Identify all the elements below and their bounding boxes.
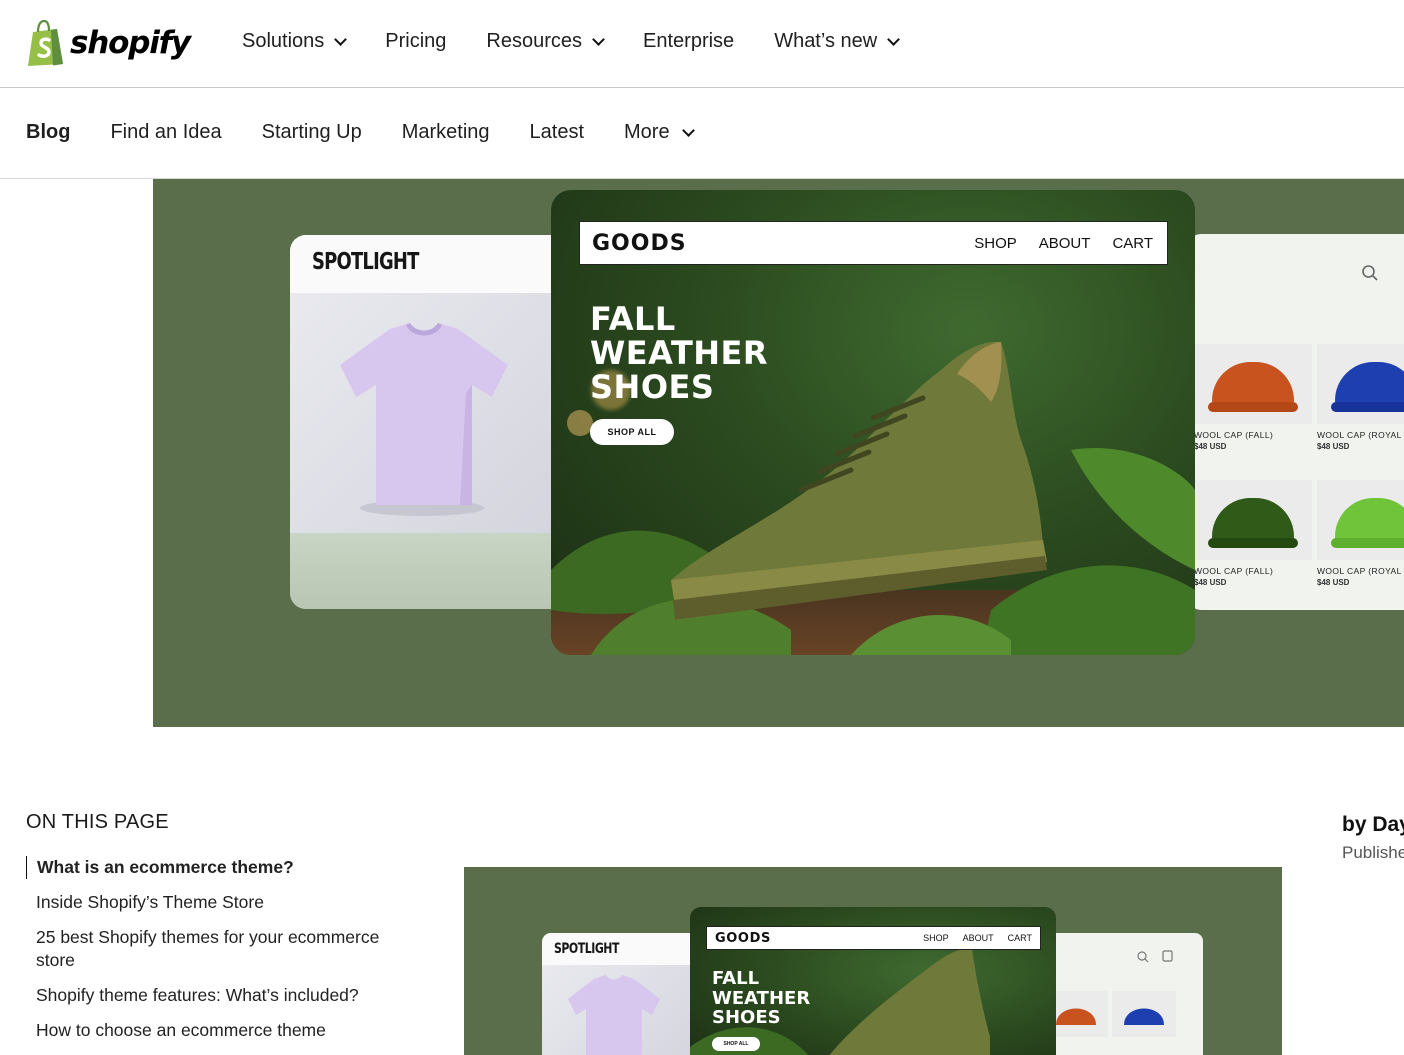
cap-image xyxy=(1335,498,1404,542)
goods-link-about: ABOUT xyxy=(962,933,994,943)
goods-store-header: GOODS SHOP ABOUT CART xyxy=(579,221,1168,265)
goods-shop-all-button: SHOP ALL xyxy=(590,419,674,445)
nav-whats-new-label: What’s new xyxy=(774,30,878,52)
product-price: $48 USD xyxy=(1194,442,1227,451)
tshirt-image xyxy=(542,965,702,1055)
headline-line: FALL xyxy=(590,300,676,338)
tshirt-image xyxy=(290,293,590,533)
product-price: $48 USD xyxy=(1317,578,1350,587)
cap-image xyxy=(1212,362,1294,406)
goods-storefront-card: GOODS SHOP ABOUT CART FALL WEATHER SHOES… xyxy=(690,907,1056,1055)
main-nav: Solutions Pricing Resources Enterprise W… xyxy=(242,30,938,53)
blog-nav-marketing-label: Marketing xyxy=(401,121,490,143)
product-name: WOOL CAP (ROYAL xyxy=(1317,566,1402,576)
toc-item[interactable]: What is an ecommerce theme? xyxy=(26,856,406,879)
blog-nav-find-an-idea-label: Find an Idea xyxy=(110,121,222,143)
headline-line: WEATHER xyxy=(712,987,811,1009)
product-grid-card: WOOL CAP (FALL) $48 USD WOOL CAP (ROYAL … xyxy=(1189,234,1404,610)
author-byline[interactable]: by Day xyxy=(1342,813,1404,837)
nav-enterprise[interactable]: Enterprise xyxy=(643,30,734,53)
blog-nav-find-an-idea[interactable]: Find an Idea xyxy=(110,121,221,144)
cap-image xyxy=(1335,362,1404,406)
toc-title: ON THIS PAGE xyxy=(26,811,169,833)
spotlight-title: SPOTLIGHT xyxy=(312,249,419,275)
chevron-down-icon xyxy=(887,32,901,46)
blog-navigation: Blog Find an Idea Starting Up Marketing … xyxy=(0,88,1404,179)
spotlight-footer xyxy=(290,533,590,609)
cap-brim xyxy=(1331,538,1404,548)
spotlight-card: SPOTLIGHT xyxy=(542,933,702,1055)
blog-nav-more[interactable]: More xyxy=(624,121,695,144)
product-grid-card xyxy=(1044,933,1203,1055)
blog-nav-more-label: More xyxy=(624,121,670,143)
toc-item[interactable]: 25 best Shopify themes for your ecommerc… xyxy=(26,926,406,972)
headline-line: FALL xyxy=(712,968,760,989)
top-navigation: shopify Solutions Pricing Resources Ente… xyxy=(0,0,1404,88)
published-date: Publishe xyxy=(1342,843,1404,862)
product-tile[interactable]: WOOL CAP (ROYAL $48 USD xyxy=(1317,344,1404,478)
goods-link-cart: CART xyxy=(1007,933,1032,943)
product-name: WOOL CAP (FALL) xyxy=(1194,566,1274,576)
search-icon xyxy=(1362,265,1378,281)
shopify-bag-icon xyxy=(28,20,63,66)
blog-nav-latest-label: Latest xyxy=(529,121,584,143)
cap-brim xyxy=(1208,538,1298,548)
toc-item[interactable]: How to choose an ecommerce theme xyxy=(26,1019,406,1042)
nav-pricing-label: Pricing xyxy=(385,30,447,52)
goods-storefront-card: GOODS SHOP ABOUT CART FALL WEATHER SHOES… xyxy=(551,190,1195,655)
headline-line: WEATHER xyxy=(590,334,769,372)
blog-nav-blog-label: Blog xyxy=(26,121,71,143)
shopify-logo[interactable]: shopify xyxy=(26,20,191,66)
blog-nav-marketing[interactable]: Marketing xyxy=(402,121,490,144)
nav-whats-new[interactable]: What’s new xyxy=(774,30,901,53)
cap-brim xyxy=(1208,402,1298,412)
goods-brand: GOODS xyxy=(715,930,771,946)
goods-store-header: GOODS SHOP ABOUT CART xyxy=(706,926,1041,950)
nav-solutions-label: Solutions xyxy=(242,30,325,52)
goods-brand: GOODS xyxy=(592,230,687,256)
hero-image: SPOTLIGHT WOOL CAP (FALL) $48 USD WOOL C… xyxy=(153,179,1404,727)
nav-resources-label: Resources xyxy=(486,30,583,52)
blog-nav-latest[interactable]: Latest xyxy=(530,121,584,144)
chevron-down-icon xyxy=(681,123,695,137)
toc-item[interactable]: Inside Shopify’s Theme Store xyxy=(26,891,406,914)
cap-brim xyxy=(1331,402,1404,412)
spotlight-title: SPOTLIGHT xyxy=(554,941,619,957)
nav-pricing[interactable]: Pricing xyxy=(385,30,446,53)
blog-nav-starting-up[interactable]: Starting Up xyxy=(262,121,362,144)
chevron-down-icon xyxy=(334,32,348,46)
blog-nav-blog[interactable]: Blog xyxy=(26,121,70,144)
chevron-down-icon xyxy=(592,32,605,46)
goods-link-cart: CART xyxy=(1112,234,1153,252)
product-name: WOOL CAP (ROYAL xyxy=(1317,430,1402,440)
goods-link-shop: SHOP xyxy=(974,234,1017,252)
brand-wordmark: shopify xyxy=(70,25,191,61)
headline-line: SHOES xyxy=(590,368,715,406)
nav-solutions[interactable]: Solutions xyxy=(242,30,348,53)
product-tile[interactable]: WOOL CAP (FALL) $48 USD xyxy=(1194,480,1312,610)
nav-resources[interactable]: Resources xyxy=(486,30,605,53)
article-image: SPOTLIGHT GOODS SHOP ABOUT CART FALL WEA… xyxy=(464,867,1282,1055)
toc-item[interactable]: Shopify theme features: What’s included? xyxy=(26,984,406,1007)
product-name: WOOL CAP (FALL) xyxy=(1194,430,1274,440)
goods-link-shop: SHOP xyxy=(923,933,949,943)
goods-link-about: ABOUT xyxy=(1038,234,1091,252)
product-tile[interactable]: WOOL CAP (FALL) $48 USD xyxy=(1194,344,1312,478)
spotlight-card: SPOTLIGHT xyxy=(290,235,590,609)
goods-shop-all-button: SHOP ALL xyxy=(712,1037,760,1051)
product-price: $48 USD xyxy=(1317,442,1350,451)
goods-headline: FALL WEATHER SHOES xyxy=(590,302,768,404)
product-price: $48 USD xyxy=(1194,578,1227,587)
product-tile[interactable]: WOOL CAP (ROYAL $48 USD xyxy=(1317,480,1404,610)
goods-headline: FALL WEATHER SHOES xyxy=(712,969,810,1028)
nav-enterprise-label: Enterprise xyxy=(643,30,735,52)
blog-nav-starting-up-label: Starting Up xyxy=(261,121,362,143)
cap-image xyxy=(1212,498,1294,542)
headline-line: SHOES xyxy=(712,1007,781,1028)
table-of-contents: What is an ecommerce theme? Inside Shopi… xyxy=(26,856,406,1054)
